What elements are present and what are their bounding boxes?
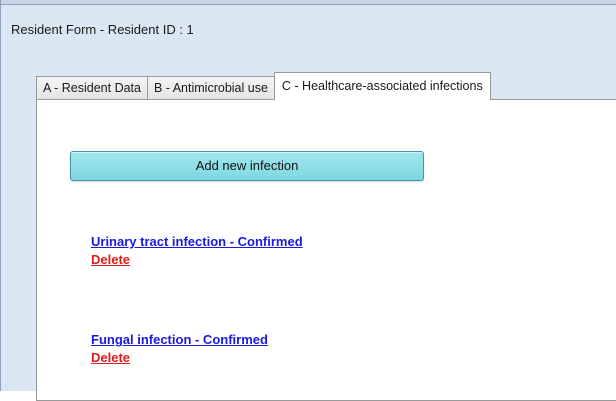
delete-infection-link[interactable]: Delete xyxy=(91,251,303,269)
add-new-infection-button[interactable]: Add new infection xyxy=(70,151,424,181)
tab-strip: A - Resident Data B - Antimicrobial use … xyxy=(36,70,491,100)
window-title: Resident Form - Resident ID : 1 xyxy=(11,22,194,37)
infection-item: Urinary tract infection - Confirmed Dele… xyxy=(91,233,303,269)
delete-infection-link[interactable]: Delete xyxy=(91,349,268,367)
tab-antimicrobial-use[interactable]: B - Antimicrobial use xyxy=(146,76,275,99)
resident-form-window: Resident Form - Resident ID : 1 A - Resi… xyxy=(0,0,616,401)
tab-healthcare-associated-infections[interactable]: C - Healthcare-associated infections xyxy=(273,72,491,100)
infection-link-fungal[interactable]: Fungal infection - Confirmed xyxy=(91,331,268,349)
tab-panel-infections: Add new infection Urinary tract infectio… xyxy=(36,99,616,401)
infection-item: Fungal infection - Confirmed Delete xyxy=(91,331,268,367)
tab-resident-data[interactable]: A - Resident Data xyxy=(36,76,148,99)
infection-link-urinary-tract[interactable]: Urinary tract infection - Confirmed xyxy=(91,233,303,251)
window-top-edge xyxy=(1,0,616,5)
